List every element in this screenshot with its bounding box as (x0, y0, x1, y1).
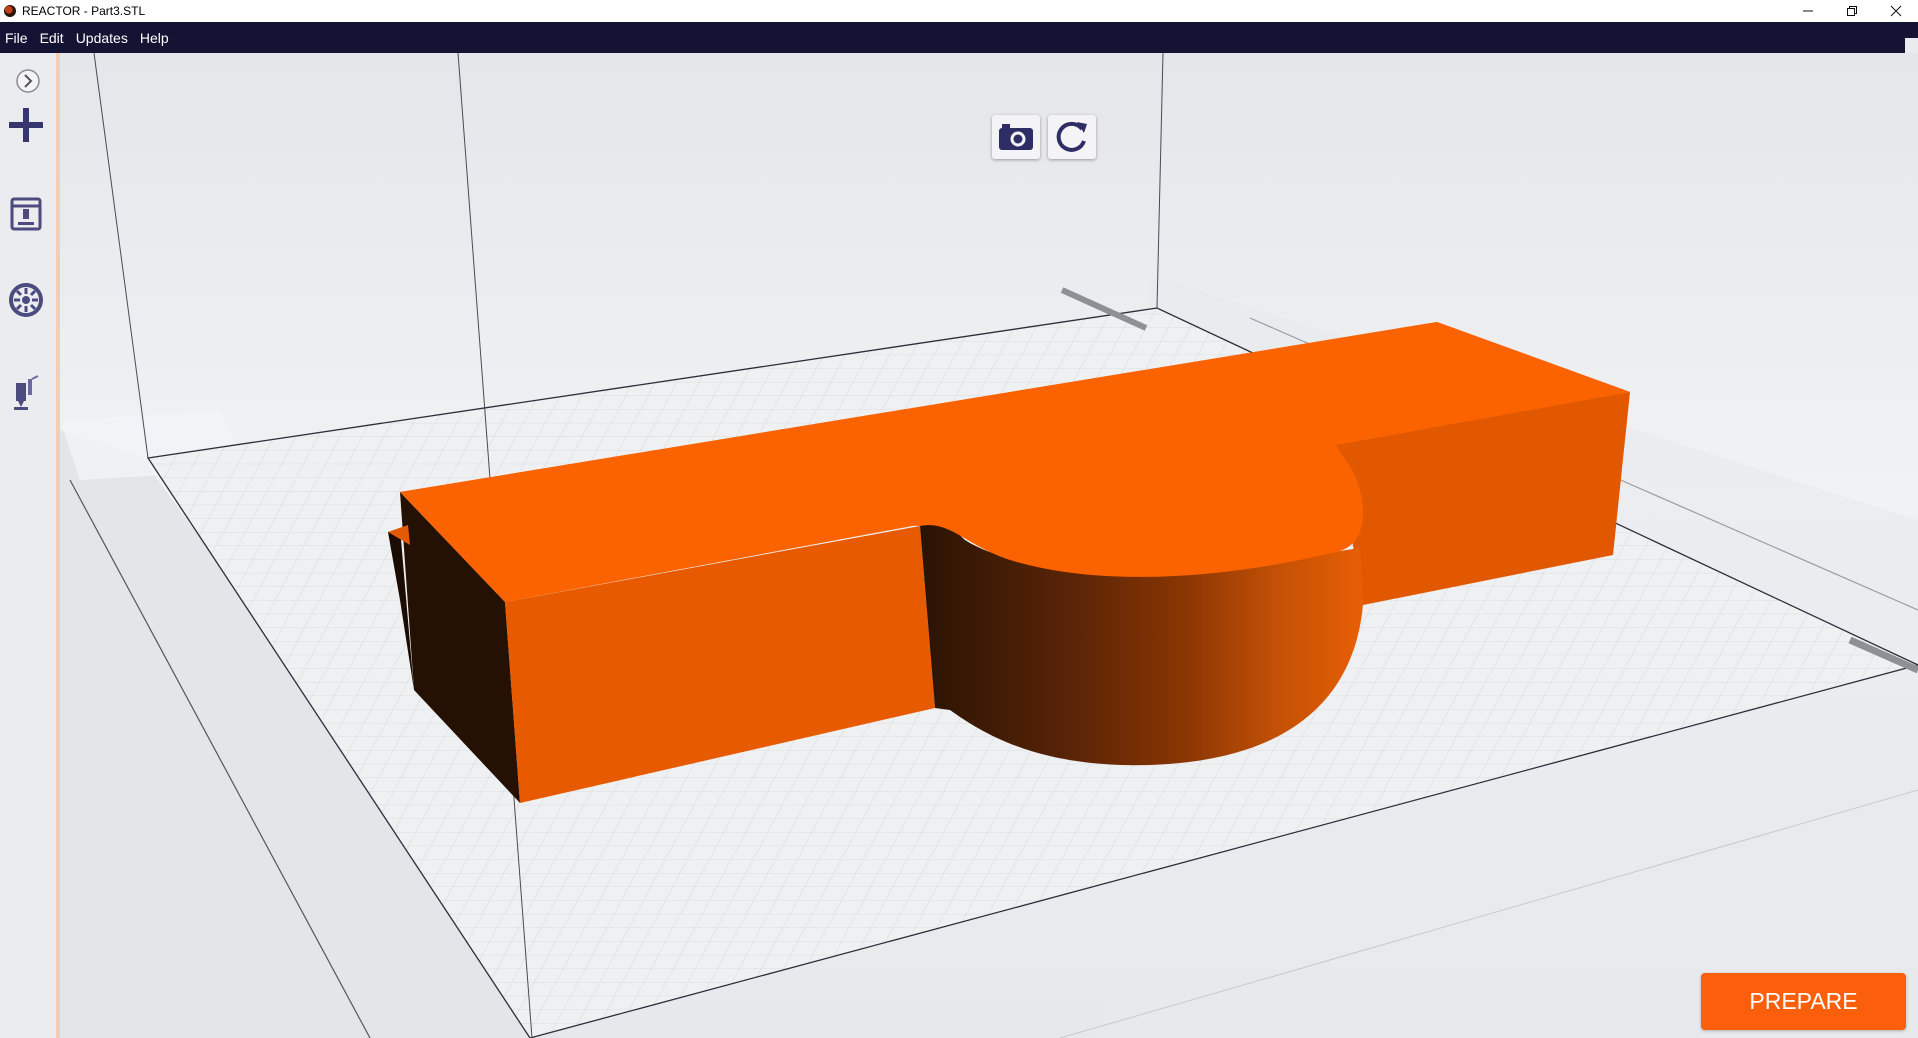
close-button[interactable] (1874, 0, 1918, 22)
3d-viewport[interactable]: Z Y X (60, 53, 1918, 1038)
extruder-icon (14, 375, 39, 410)
menu-bar-edge (1905, 22, 1918, 38)
screenshot-button[interactable] (992, 115, 1040, 159)
menu-bar: File Edit Updates Help (0, 22, 1905, 53)
window-controls (1786, 0, 1918, 22)
expand-chevron-icon (16, 69, 40, 93)
reset-view-button[interactable] (1048, 115, 1096, 159)
filament-settings-button[interactable] (6, 280, 46, 320)
window-title: REACTOR - Part3.STL (22, 4, 146, 18)
filament-spool-icon (9, 283, 43, 317)
printer-icon (10, 197, 42, 231)
app-logo-icon (4, 5, 16, 17)
minimize-button[interactable] (1786, 0, 1830, 22)
title-bar: REACTOR - Part3.STL (0, 0, 1918, 23)
menu-file[interactable]: File (0, 30, 34, 46)
menu-edit[interactable]: Edit (34, 30, 70, 46)
camera-icon (999, 124, 1033, 150)
restore-button[interactable] (1830, 0, 1874, 22)
prepare-button[interactable]: PREPARE (1701, 973, 1906, 1030)
menu-updates[interactable]: Updates (70, 30, 134, 46)
reset-view-icon (1056, 121, 1087, 152)
restore-icon (1847, 6, 1857, 16)
minimize-icon (1803, 10, 1813, 12)
close-icon (1890, 5, 1902, 17)
add-model-button[interactable] (6, 105, 46, 145)
scene-render (60, 53, 1918, 1038)
left-sidebar (0, 53, 56, 1038)
expand-sidebar-button[interactable] (8, 61, 48, 101)
printer-settings-button[interactable] (6, 193, 46, 233)
add-icon (9, 108, 43, 142)
extruder-settings-button[interactable] (6, 373, 46, 413)
menu-help[interactable]: Help (134, 30, 175, 46)
view-toolbar (992, 115, 1096, 159)
